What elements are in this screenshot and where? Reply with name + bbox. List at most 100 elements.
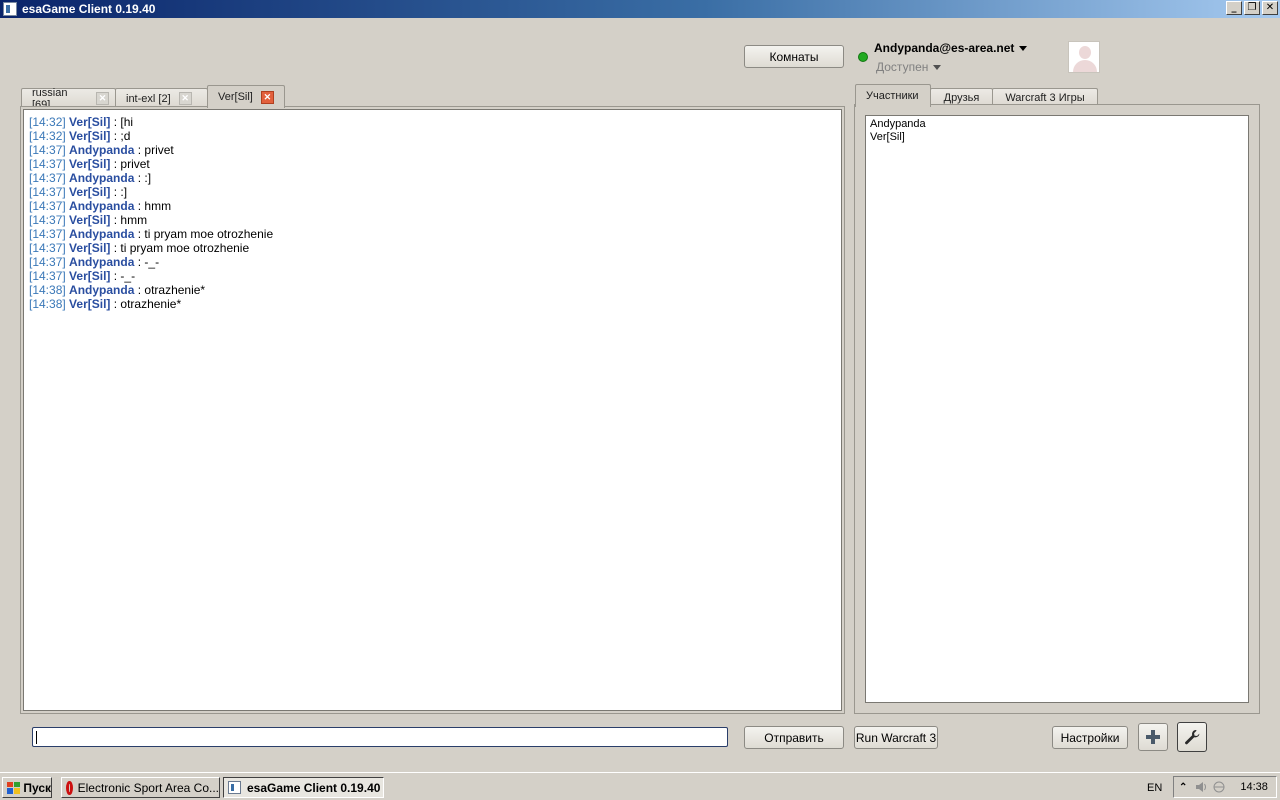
message-time: [14:37] <box>29 241 66 255</box>
message-text: : :] <box>134 171 152 185</box>
avatar-icon[interactable] <box>1068 41 1100 73</box>
dropdown-caret-icon <box>1019 46 1028 52</box>
taskbar-item-opera[interactable]: Electronic Sport Area Co... <box>61 777 220 798</box>
network-icon[interactable] <box>1212 780 1226 794</box>
message-nick[interactable]: Ver[Sil] <box>69 269 110 283</box>
message-text: : ;d <box>110 129 131 143</box>
account-menu[interactable]: Andypanda@es-area.net <box>874 41 1028 55</box>
message-nick[interactable]: Andypanda <box>69 143 134 157</box>
message-time: [14:38] <box>29 283 66 297</box>
restore-icon[interactable]: ❐ <box>1244 1 1260 15</box>
rooms-button[interactable]: Комнаты <box>744 45 844 68</box>
message-time: [14:37] <box>29 255 66 269</box>
tab-label: int-exl [2] <box>126 92 171 105</box>
status-menu[interactable]: Доступен <box>876 60 942 74</box>
tab-int-exl[interactable]: int-exl [2] ✕ <box>115 88 208 108</box>
taskbar: Пуск Electronic Sport Area Co... esaGame… <box>0 772 1280 800</box>
tab-versil[interactable]: Ver[Sil] ✕ <box>207 85 285 108</box>
message-time: [14:32] <box>29 129 66 143</box>
status-label: Доступен <box>876 60 929 74</box>
chat-message: [14:37] Andypanda : privet <box>29 143 836 157</box>
tab-close-icon[interactable]: ✕ <box>178 92 192 105</box>
task-label: esaGame Client 0.19.40 <box>247 780 381 795</box>
tab-participants[interactable]: Участники <box>855 84 931 107</box>
message-text: : privet <box>110 157 150 171</box>
language-indicator[interactable]: EN <box>1147 782 1162 794</box>
plus-icon <box>1146 730 1160 744</box>
message-nick[interactable]: Ver[Sil] <box>69 297 110 311</box>
tab-label: Друзья <box>943 92 980 104</box>
tab-russian[interactable]: russian [69] ✕ <box>21 87 116 111</box>
start-button[interactable]: Пуск <box>2 777 52 798</box>
tab-close-icon[interactable]: ✕ <box>96 92 109 105</box>
tab-label: Ver[Sil] <box>218 91 253 103</box>
chat-message: [14:37] Andypanda : ti pryam moe otrozhe… <box>29 227 836 241</box>
chat-message: [14:37] Ver[Sil] : ti pryam moe otrozhen… <box>29 241 836 255</box>
chat-message: [14:37] Ver[Sil] : hmm <box>29 213 836 227</box>
avatar-body <box>1073 60 1097 72</box>
list-item[interactable]: Ver[Sil] <box>870 131 1244 144</box>
participants-panel: Andypanda Ver[Sil] <box>854 104 1260 714</box>
message-time: [14:37] <box>29 213 66 227</box>
volume-icon[interactable] <box>1194 780 1208 794</box>
chat-log[interactable]: [14:32] Ver[Sil] : [hi [14:32] Ver[Sil] … <box>23 109 842 711</box>
message-text: : hmm <box>110 213 148 227</box>
text-cursor <box>36 731 37 744</box>
title-bar[interactable]: esaGame Client 0.19.40 _ ❐ ✕ <box>0 0 1280 18</box>
list-item[interactable]: Andypanda <box>870 118 1244 131</box>
message-text: : privet <box>134 143 174 157</box>
message-text: : -_- <box>134 255 160 269</box>
message-nick[interactable]: Andypanda <box>69 171 134 185</box>
account-name: Andypanda@es-area.net <box>874 41 1015 55</box>
start-label: Пуск <box>23 780 51 795</box>
status-dot-icon <box>858 52 868 62</box>
tray-chevron-icon[interactable]: ⌃ <box>1179 782 1187 793</box>
message-nick[interactable]: Andypanda <box>69 227 134 241</box>
run-warcraft-button[interactable]: Run Warcraft 3 <box>854 726 938 749</box>
message-text: : -_- <box>110 269 136 283</box>
tab-label: Участники <box>866 90 919 102</box>
chat-message: [14:37] Ver[Sil] : :] <box>29 185 836 199</box>
message-time: [14:37] <box>29 199 66 213</box>
message-nick[interactable]: Andypanda <box>69 255 134 269</box>
window-controls: _ ❐ ✕ <box>1226 1 1278 15</box>
message-time: [14:37] <box>29 227 66 241</box>
windows-logo-icon <box>7 781 21 794</box>
close-icon[interactable]: ✕ <box>1262 1 1278 15</box>
message-nick[interactable]: Andypanda <box>69 199 134 213</box>
message-input[interactable] <box>32 727 728 747</box>
clock: 14:38 <box>1240 781 1268 793</box>
message-nick[interactable]: Ver[Sil] <box>69 213 110 227</box>
esa-icon <box>228 781 241 794</box>
chat-tabs: russian [69] ✕ int-exl [2] ✕ Ver[Sil] ✕ <box>21 85 285 111</box>
message-time: [14:37] <box>29 185 66 199</box>
message-nick[interactable]: Ver[Sil] <box>69 115 110 129</box>
message-time: [14:37] <box>29 269 66 283</box>
taskbar-item-esagame[interactable]: esaGame Client 0.19.40 <box>223 777 384 798</box>
chat-message: [14:38] Andypanda : otrazhenie* <box>29 283 836 297</box>
message-time: [14:37] <box>29 143 66 157</box>
message-time: [14:37] <box>29 171 66 185</box>
participants-list[interactable]: Andypanda Ver[Sil] <box>865 115 1249 703</box>
message-time: [14:37] <box>29 157 66 171</box>
message-nick[interactable]: Ver[Sil] <box>69 157 110 171</box>
chat-message: [14:37] Andypanda : hmm <box>29 199 836 213</box>
avatar-head <box>1079 46 1091 59</box>
tab-close-icon[interactable]: ✕ <box>260 90 274 104</box>
send-button[interactable]: Отправить <box>744 726 844 749</box>
chat-message: [14:37] Ver[Sil] : -_- <box>29 269 836 283</box>
add-button[interactable] <box>1138 723 1168 751</box>
message-nick[interactable]: Andypanda <box>69 283 134 297</box>
message-nick[interactable]: Ver[Sil] <box>69 185 110 199</box>
settings-button[interactable]: Настройки <box>1052 726 1128 749</box>
message-nick[interactable]: Ver[Sil] <box>69 241 110 255</box>
minimize-icon[interactable]: _ <box>1226 1 1242 15</box>
chat-message: [14:37] Ver[Sil] : privet <box>29 157 836 171</box>
tab-label: Warcraft 3 Игры <box>1005 92 1085 104</box>
chat-panel: [14:32] Ver[Sil] : [hi [14:32] Ver[Sil] … <box>20 106 845 714</box>
message-time: [14:32] <box>29 115 66 129</box>
message-nick[interactable]: Ver[Sil] <box>69 129 110 143</box>
chat-message: [14:32] Ver[Sil] : ;d <box>29 129 836 143</box>
tools-button[interactable] <box>1177 722 1207 752</box>
message-text: : hmm <box>134 199 172 213</box>
